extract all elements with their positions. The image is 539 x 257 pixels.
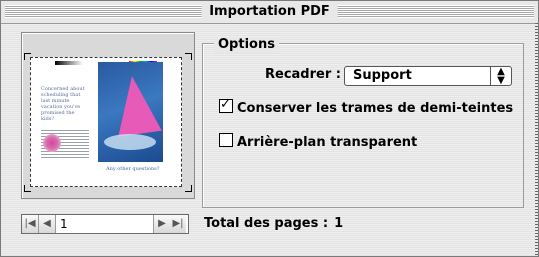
sail-shape	[110, 73, 162, 137]
pdf-import-dialog: Importation PDF Concerned about scheduli…	[0, 0, 539, 257]
total-pages-label: Total des pages :	[204, 216, 329, 231]
checkbox-unchecked[interactable]	[219, 133, 233, 147]
crop-mark	[24, 53, 31, 60]
page-preview: Concerned about scheduling that last min…	[21, 32, 195, 199]
keep-halftone-label: Conserver les trames de demi-teintes	[237, 101, 514, 116]
options-group-label: Options	[214, 37, 279, 53]
window-edge	[535, 23, 538, 256]
spray-shape	[104, 134, 156, 150]
checkmark-icon: ✓	[220, 97, 231, 112]
crop-label: Recadrer :	[265, 67, 341, 82]
keep-halftone-checkbox[interactable]: ✓ Conserver les trames de demi-teintes	[219, 97, 514, 117]
flower-graphic	[43, 134, 61, 152]
last-page-icon[interactable]: ▶|	[170, 215, 186, 233]
transparent-bg-checkbox[interactable]: Arrière-plan transparent	[219, 133, 417, 151]
crop-mark	[185, 53, 192, 60]
next-page-icon[interactable]: ▶	[153, 215, 171, 233]
crop-mark	[24, 185, 31, 192]
window-title: Importation PDF	[201, 3, 338, 20]
transparent-bg-label: Arrière-plan transparent	[237, 135, 418, 150]
checkbox-checked[interactable]: ✓	[219, 97, 233, 113]
total-pages: Total des pages : 1	[204, 216, 343, 232]
crop-select[interactable]: Support ▲ ▼	[344, 66, 512, 86]
first-page-icon[interactable]: |◀	[22, 215, 39, 233]
preview-text: Concerned about scheduling that last min…	[41, 86, 85, 122]
prev-page-icon[interactable]: ◀	[39, 215, 56, 233]
crop-mark	[185, 185, 192, 192]
color-bar	[55, 61, 83, 65]
preview-page: Concerned about scheduling that last min…	[30, 57, 182, 187]
page-number-input[interactable]	[56, 215, 154, 233]
title-bar[interactable]: Importation PDF	[1, 1, 538, 24]
crop-select-value: Support	[353, 68, 412, 83]
total-pages-value: 1	[334, 216, 344, 231]
page-navigator: |◀ ◀ ▶ ▶|	[21, 214, 189, 234]
preview-caption: Any other questions?	[106, 166, 160, 172]
windsurfer-photo	[98, 62, 163, 162]
select-arrows-icon: ▲ ▼	[490, 67, 511, 86]
